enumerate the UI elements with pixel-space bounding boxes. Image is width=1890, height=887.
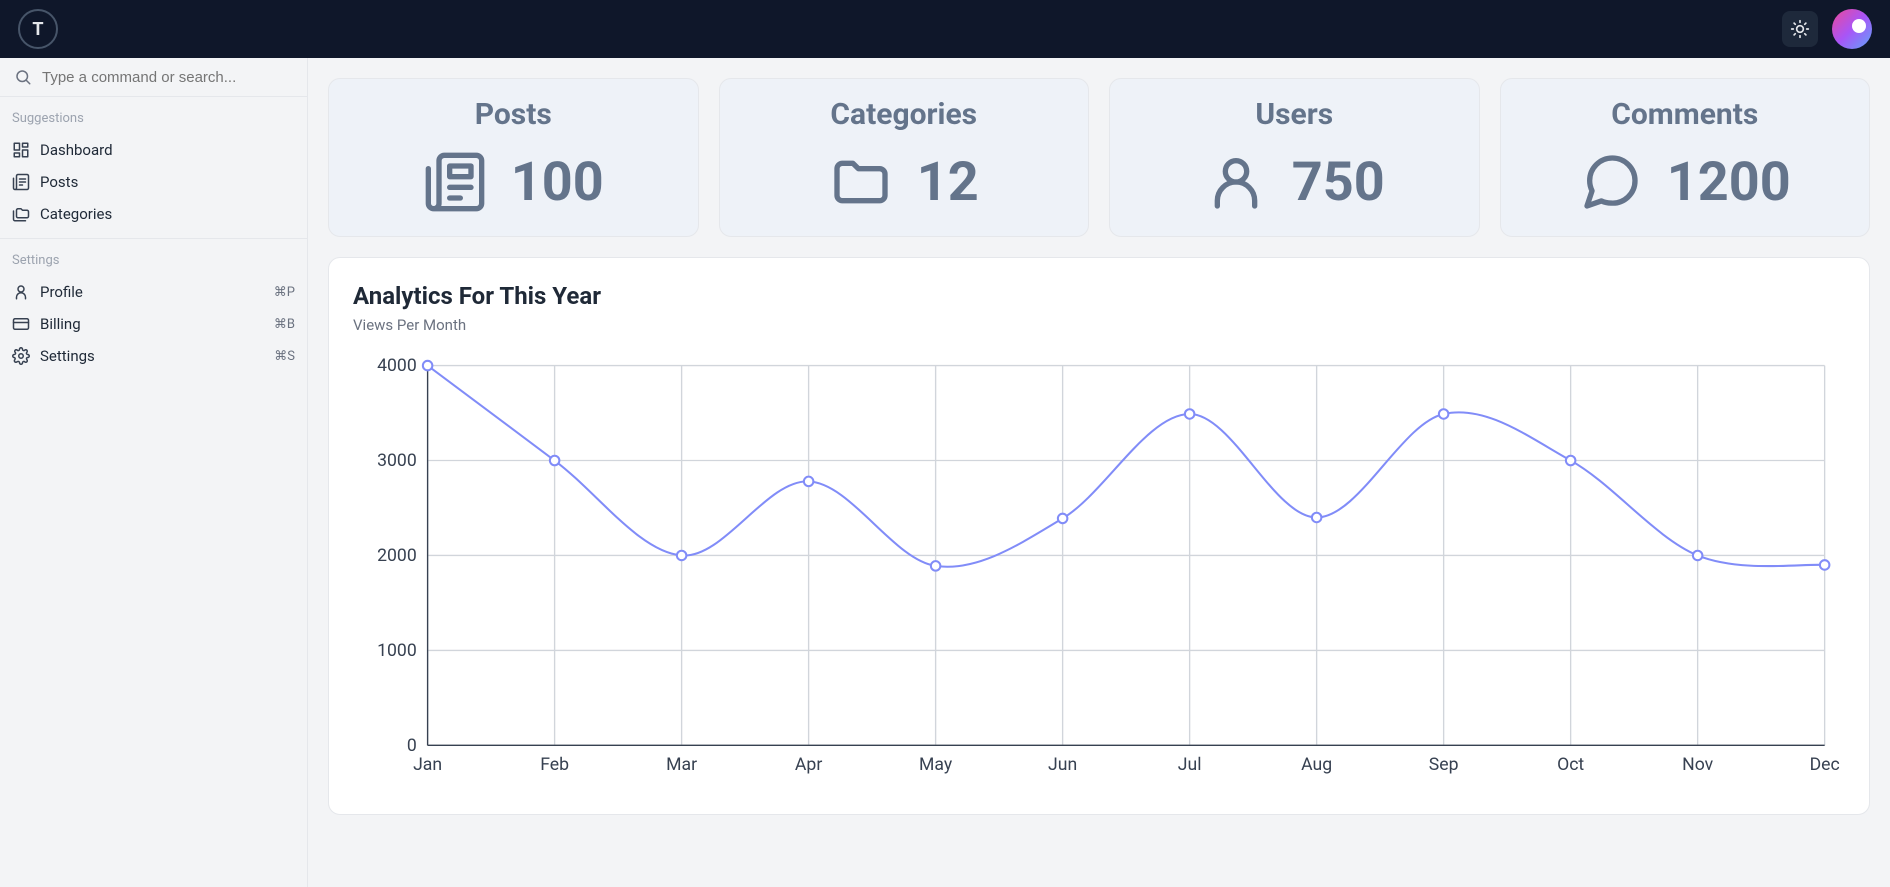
stat-value: 750 (1292, 151, 1385, 214)
chart-card: Analytics For This Year Views Per Month … (328, 257, 1870, 815)
credit-card-icon (12, 315, 30, 333)
comment-icon (1579, 150, 1643, 214)
svg-text:3000: 3000 (377, 451, 417, 471)
stat-card-users[interactable]: Users 750 (1109, 78, 1480, 237)
stat-value: 100 (511, 151, 604, 214)
sidebar-item-categories[interactable]: Categories (0, 198, 307, 230)
svg-text:Dec: Dec (1810, 755, 1840, 775)
svg-text:2000: 2000 (377, 546, 417, 566)
newspaper-icon (423, 150, 487, 214)
logo-letter: T (32, 19, 43, 40)
shortcut: ⌘B (274, 317, 295, 332)
sun-icon (1790, 19, 1810, 39)
sidebar-item-settings[interactable]: Settings ⌘S (0, 340, 307, 372)
stat-card-comments[interactable]: Comments 1200 (1500, 78, 1871, 237)
sidebar-item-posts[interactable]: Posts (0, 166, 307, 198)
svg-text:Nov: Nov (1682, 755, 1713, 775)
sidebar-item-profile[interactable]: Profile ⌘P (0, 276, 307, 308)
folders-icon (12, 205, 30, 223)
svg-text:Aug: Aug (1301, 755, 1332, 775)
theme-toggle[interactable] (1782, 11, 1818, 47)
section-label-suggestions: Suggestions (0, 97, 307, 134)
stat-value: 12 (917, 151, 979, 214)
svg-text:4000: 4000 (377, 356, 417, 376)
svg-text:Sep: Sep (1429, 755, 1459, 775)
stat-title: Categories (744, 97, 1065, 132)
section-label-settings: Settings (0, 239, 307, 276)
sidebar-item-label: Settings (40, 347, 95, 365)
app-logo[interactable]: T (18, 9, 58, 49)
newspaper-icon (12, 173, 30, 191)
search-input[interactable] (42, 69, 293, 86)
svg-text:May: May (919, 755, 953, 775)
sidebar-item-label: Billing (40, 315, 81, 333)
stat-title: Posts (353, 97, 674, 132)
svg-text:Feb: Feb (540, 755, 569, 775)
search-row[interactable] (0, 58, 307, 97)
sidebar: Suggestions Dashboard Posts (0, 58, 308, 887)
svg-text:1000: 1000 (377, 641, 417, 661)
svg-text:Jan: Jan (413, 755, 442, 775)
user-icon (1204, 150, 1268, 214)
svg-text:Mar: Mar (666, 755, 697, 775)
stats-row: Posts 100 Categories (328, 78, 1870, 237)
svg-text:Apr: Apr (795, 755, 822, 775)
main-content: Posts 100 Categories (308, 58, 1890, 887)
svg-text:Jun: Jun (1048, 755, 1077, 775)
sidebar-item-label: Profile (40, 283, 83, 301)
dashboard-icon (12, 141, 30, 159)
svg-text:0: 0 (407, 736, 417, 756)
sidebar-item-dashboard[interactable]: Dashboard (0, 134, 307, 166)
stat-value: 1200 (1667, 151, 1791, 214)
stat-title: Comments (1525, 97, 1846, 132)
line-chart: 0 1000 2000 3000 4000 Jan Feb Mar Apr May Jun Jul Au… (353, 352, 1845, 790)
topbar: T (0, 0, 1890, 58)
sidebar-item-label: Posts (40, 173, 78, 191)
svg-text:Jul: Jul (1178, 755, 1202, 775)
user-icon (12, 283, 30, 301)
chart-title: Analytics For This Year (353, 282, 1845, 310)
chart-subtitle: Views Per Month (353, 316, 1845, 334)
svg-text:Oct: Oct (1557, 755, 1584, 775)
stat-title: Users (1134, 97, 1455, 132)
stat-card-posts[interactable]: Posts 100 (328, 78, 699, 237)
sidebar-item-billing[interactable]: Billing ⌘B (0, 308, 307, 340)
shortcut: ⌘S (274, 349, 295, 364)
sidebar-item-label: Categories (40, 205, 112, 223)
shortcut: ⌘P (274, 285, 295, 300)
sidebar-item-label: Dashboard (40, 141, 113, 159)
folder-icon (829, 150, 893, 214)
search-icon (14, 68, 32, 86)
avatar[interactable] (1832, 9, 1872, 49)
gear-icon (12, 347, 30, 365)
stat-card-categories[interactable]: Categories 12 (719, 78, 1090, 237)
